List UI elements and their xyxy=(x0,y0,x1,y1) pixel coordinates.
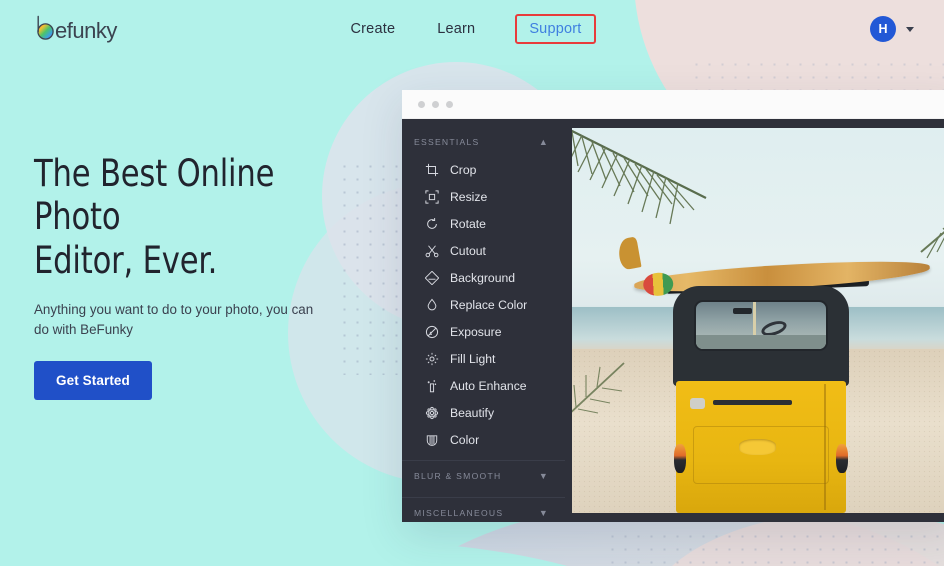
sidebar-item-label: Rotate xyxy=(450,216,486,231)
van-body-seam xyxy=(824,383,826,511)
van-door-handle xyxy=(689,398,705,409)
sidebar-item-replace-color[interactable]: Replace Color xyxy=(402,291,565,318)
exposure-circle-icon xyxy=(424,324,439,339)
surfboard-fin xyxy=(616,236,641,270)
van-door-trim xyxy=(713,399,792,405)
hero-subheading: Anything you want to do to your photo, y… xyxy=(34,301,314,338)
window-titlebar xyxy=(402,90,944,119)
editor-canvas[interactable] xyxy=(565,119,944,522)
chevron-up-icon[interactable]: ▲ xyxy=(539,137,549,147)
sidebar-item-auto-enhance[interactable]: Auto Enhance xyxy=(402,372,565,399)
van-latch xyxy=(739,439,777,455)
chevron-down-icon[interactable]: ▼ xyxy=(539,471,549,481)
site-header: efunky Create Learn Support H xyxy=(0,0,944,58)
get-started-button[interactable]: Get Started xyxy=(34,360,152,400)
sidebar-item-label: Exposure xyxy=(450,324,502,339)
rotate-icon xyxy=(424,216,439,231)
editor-body: ESSENTIALS ▲ Crop Resize Rotate Cutout B… xyxy=(402,119,944,522)
nav-link-create[interactable]: Create xyxy=(348,17,397,41)
window-close-dot[interactable] xyxy=(418,100,425,108)
sidebar-item-fill-light[interactable]: Fill Light xyxy=(402,345,565,372)
van-rear-body xyxy=(674,381,848,513)
window-maximize-dot[interactable] xyxy=(446,100,453,108)
sidebar-item-exposure[interactable]: Exposure xyxy=(402,318,565,345)
sidebar-item-background[interactable]: Background xyxy=(402,264,565,291)
van-tail-light-left xyxy=(674,444,687,474)
van-roof xyxy=(673,285,849,386)
editor-sidebar: ESSENTIALS ▲ Crop Resize Rotate Cutout B… xyxy=(402,119,565,522)
chevron-down-icon[interactable]: ▼ xyxy=(539,508,549,518)
sidebar-item-beautify[interactable]: Beautify xyxy=(402,399,565,426)
sidebar-section-blur-smooth-title: BLUR & SMOOTH xyxy=(414,471,502,481)
sidebar-item-label: Resize xyxy=(450,189,488,204)
page-title: The Best Online Photo Editor, Ever. xyxy=(34,152,338,282)
hero-section: The Best Online Photo Editor, Ever. Anyt… xyxy=(34,152,364,400)
color-sliders-icon xyxy=(424,432,439,447)
chevron-down-icon[interactable] xyxy=(906,26,914,32)
editor-window: ESSENTIALS ▲ Crop Resize Rotate Cutout B… xyxy=(402,90,944,522)
palm-frond-left-icon xyxy=(572,128,766,230)
crop-icon xyxy=(424,162,439,177)
yellow-van xyxy=(673,285,849,513)
beautify-flower-icon xyxy=(424,405,439,420)
sidebar-section-miscellaneous-header[interactable]: MISCELLANEOUS ▼ xyxy=(402,497,565,522)
sidebar-item-color[interactable]: Color xyxy=(402,426,565,453)
nav-link-support[interactable]: Support xyxy=(515,14,596,44)
scissors-icon xyxy=(424,243,439,258)
sidebar-section-miscellaneous-title: MISCELLANEOUS xyxy=(414,508,504,518)
van-seat xyxy=(696,334,826,349)
beach-van-photo[interactable] xyxy=(572,128,944,513)
account-menu[interactable]: H xyxy=(870,16,914,42)
van-door-panel xyxy=(693,426,830,484)
fill-light-icon xyxy=(424,351,439,366)
hero-heading-line-1: The Best Online Photo xyxy=(34,152,275,239)
sidebar-section-essentials-header[interactable]: ESSENTIALS ▲ xyxy=(402,127,565,156)
dot-pattern-bottom xyxy=(606,530,944,566)
van-tail-light-right xyxy=(836,444,848,474)
auto-enhance-icon xyxy=(424,378,439,393)
hero-heading-line-2: Editor, Ever. xyxy=(34,238,218,282)
sidebar-item-rotate[interactable]: Rotate xyxy=(402,210,565,237)
sidebar-section-essentials-title: ESSENTIALS xyxy=(414,137,480,147)
van-rearview-mirror xyxy=(732,307,753,315)
sidebar-item-label: Cutout xyxy=(450,243,486,258)
window-minimize-dot[interactable] xyxy=(432,100,439,108)
sidebar-item-label: Color xyxy=(450,432,480,447)
avatar[interactable]: H xyxy=(870,16,896,42)
svg-text:efunky: efunky xyxy=(55,18,117,43)
sidebar-item-cutout[interactable]: Cutout xyxy=(402,237,565,264)
sidebar-item-label: Auto Enhance xyxy=(450,378,527,393)
main-navigation: Create Learn Support xyxy=(0,14,944,44)
palm-frond-lower-icon xyxy=(572,359,634,419)
nav-link-learn[interactable]: Learn xyxy=(435,17,477,41)
sidebar-section-blur-smooth-header[interactable]: BLUR & SMOOTH ▼ xyxy=(402,460,565,490)
sidebar-item-label: Background xyxy=(450,270,516,285)
van-rear-window xyxy=(694,299,828,351)
sidebar-item-label: Beautify xyxy=(450,405,495,420)
droplet-icon xyxy=(424,297,439,312)
sidebar-item-crop[interactable]: Crop xyxy=(402,156,565,183)
befunky-logo[interactable]: efunky xyxy=(33,9,133,49)
color-wheel-icon: efunky xyxy=(37,15,118,43)
sidebar-item-label: Crop xyxy=(450,162,477,177)
sidebar-item-label: Fill Light xyxy=(450,351,496,366)
background-diamond-icon xyxy=(424,270,439,285)
palm-frond-right-icon xyxy=(903,190,944,270)
sidebar-item-label: Replace Color xyxy=(450,297,528,312)
sidebar-item-resize[interactable]: Resize xyxy=(402,183,565,210)
resize-icon xyxy=(424,189,439,204)
